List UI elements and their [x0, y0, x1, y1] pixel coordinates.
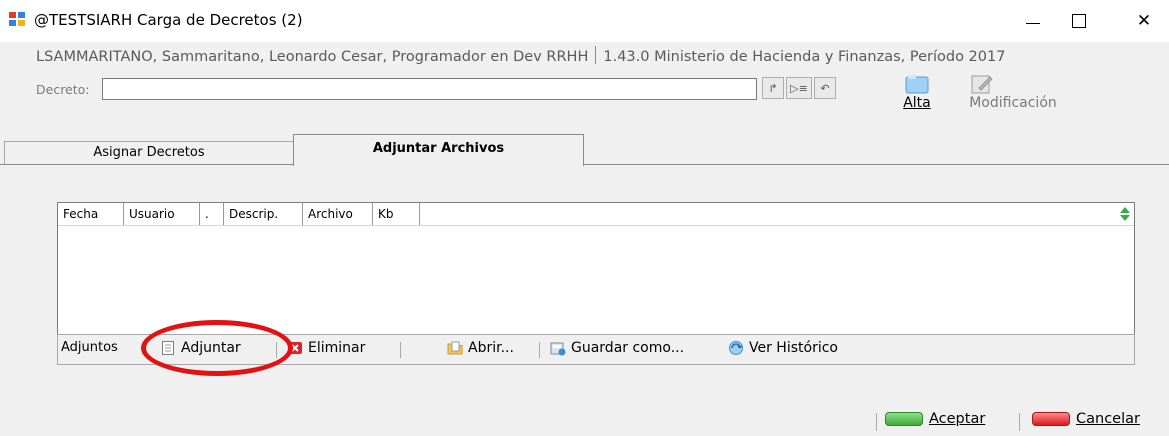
modificacion-label: Modificación — [969, 95, 1057, 111]
ver-historico-button[interactable]: Ver Histórico — [728, 340, 838, 356]
adjuntos-label: Adjuntos — [61, 340, 118, 355]
alta-button[interactable]: Alta — [893, 74, 941, 122]
guardar-como-label: Guardar como... — [571, 340, 685, 356]
close-button[interactable]: ✕ — [1121, 0, 1167, 42]
history-icon — [728, 340, 744, 356]
tab-adjuntar-archivos[interactable]: Adjuntar Archivos — [293, 134, 584, 166]
user-name: LSAMMARITANO, Sammaritano, Leonardo Cesa… — [36, 49, 589, 65]
cancel-icon — [1032, 412, 1070, 426]
divider — [595, 46, 597, 64]
user-info: LSAMMARITANO, Sammaritano, Leonardo Cesa… — [36, 46, 1005, 65]
maximize-icon — [1072, 14, 1086, 28]
divider — [876, 413, 877, 431]
modificacion-button[interactable]: Modificación — [958, 74, 1068, 122]
guardar-como-button[interactable]: Guardar como... — [550, 340, 684, 356]
toolbar-separator — [400, 342, 401, 358]
column-header-archivo[interactable]: Archivo — [303, 203, 373, 225]
decreto-nav: ↱ ▷≡ ↶ — [762, 77, 868, 101]
save-as-icon — [550, 340, 566, 356]
eliminar-label: Eliminar — [308, 340, 366, 356]
cancelar-button[interactable]: Cancelar — [1032, 411, 1140, 427]
navigate-button[interactable]: ▷≡ — [786, 77, 812, 99]
ver-historico-label: Ver Histórico — [749, 340, 838, 356]
minimize-button[interactable] — [1010, 0, 1056, 42]
version-info: 1.43.0 Ministerio de Hacienda y Finanzas… — [603, 49, 1006, 65]
attachments-grid[interactable]: Fecha Usuario . Descrip. Archivo Kb — [57, 202, 1135, 335]
new-folder-icon — [905, 75, 929, 94]
aceptar-button[interactable]: Aceptar — [885, 411, 985, 427]
maximize-button[interactable] — [1056, 0, 1102, 42]
close-icon: ✕ — [1136, 11, 1152, 31]
eliminar-button[interactable]: Eliminar — [287, 340, 365, 356]
aceptar-label: Aceptar — [929, 411, 986, 427]
grid-header: Fecha Usuario . Descrip. Archivo Kb — [58, 203, 1134, 226]
column-header-dot[interactable]: . — [200, 203, 224, 225]
abrir-button[interactable]: Abrir... — [447, 340, 514, 356]
abrir-label: Abrir... — [468, 340, 514, 356]
alta-label: Alta — [903, 95, 931, 111]
column-header-descrip[interactable]: Descrip. — [224, 203, 303, 225]
goto-button[interactable]: ↱ — [762, 77, 784, 99]
decreto-label: Decreto: — [36, 82, 90, 97]
app-icon — [9, 12, 27, 28]
highlight-circle — [141, 320, 293, 376]
column-header-kb[interactable]: Kb — [373, 203, 420, 225]
tab-asignar-decretos[interactable]: Asignar Decretos — [4, 141, 294, 164]
ok-icon — [885, 412, 923, 426]
cancelar-label: Cancelar — [1076, 411, 1140, 427]
column-header-fecha[interactable]: Fecha — [58, 203, 124, 225]
window-title: @TESTSIARH Carga de Decretos (2) — [34, 11, 303, 29]
edit-icon — [971, 75, 993, 94]
sort-icon[interactable] — [1118, 206, 1132, 222]
decreto-input[interactable] — [102, 78, 757, 100]
undo-button[interactable]: ↶ — [814, 77, 836, 99]
minimize-icon — [1026, 22, 1040, 24]
open-folder-icon — [447, 340, 463, 356]
divider — [1019, 413, 1020, 431]
column-header-usuario[interactable]: Usuario — [124, 203, 200, 225]
toolbar-separator — [539, 342, 540, 358]
